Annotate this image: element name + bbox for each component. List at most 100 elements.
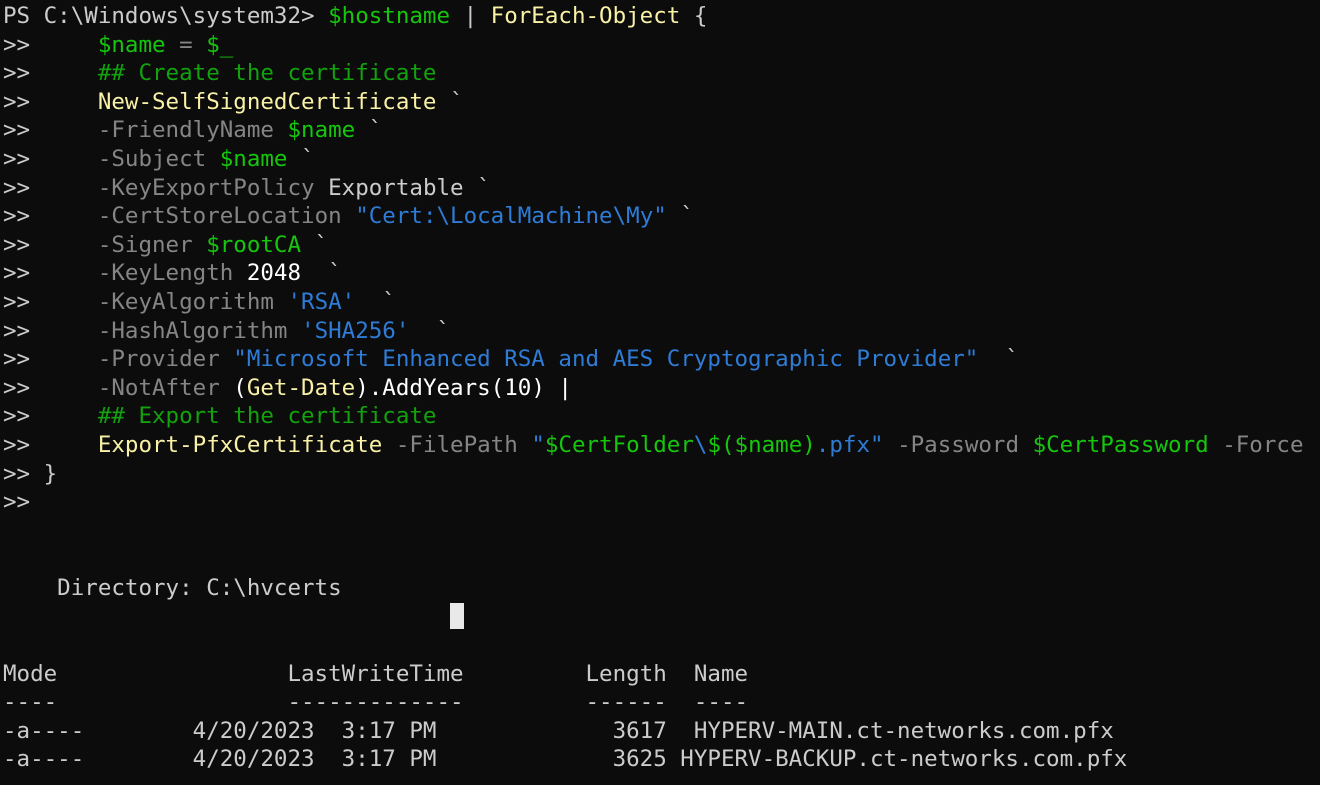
terminal-line: >> -Subject $name ` [3, 145, 1320, 174]
terminal-text: New-SelfSignedCertificate [98, 89, 437, 115]
terminal-text: -KeyAlgorithm [98, 289, 274, 315]
terminal-text: Mode LastWriteTime Length Name [3, 661, 748, 687]
terminal-text: >> [3, 403, 98, 429]
terminal-text: $CertPassword [1033, 432, 1209, 458]
terminal-text: "Cert:\LocalMachine\My" [355, 203, 667, 229]
terminal-text: PS C:\Windows\system32> [3, 3, 328, 29]
terminal-text: >> [3, 260, 98, 286]
terminal-text: 'RSA' [287, 289, 355, 315]
terminal-text: ---- ------------- ------ ---- [3, 689, 748, 715]
terminal-line: PS C:\Windows\system32> $hostname | ForE… [3, 2, 1320, 31]
terminal-line: >> -KeyAlgorithm 'RSA' ` [3, 288, 1320, 317]
terminal-text: Exportable ` [315, 175, 491, 201]
terminal-line: -a---- 4/20/2023 3:17 PM 3625 HYPERV-BAC… [3, 745, 1320, 774]
terminal-text [193, 232, 207, 258]
terminal-text: $_ [206, 32, 233, 58]
terminal-line: >> Export-PfxCertificate -FilePath "$Cer… [3, 431, 1320, 460]
terminal-text: = [179, 32, 193, 58]
terminal-text: $hostname [328, 3, 450, 29]
terminal-line: >> [3, 488, 1320, 517]
terminal-line [3, 545, 1320, 574]
terminal-line [3, 517, 1320, 546]
terminal-line: >> $name = $_ [3, 31, 1320, 60]
terminal-text: Export-PfxCertificate [98, 432, 382, 458]
terminal-text: $name [98, 32, 166, 58]
terminal-text: $name [220, 146, 288, 172]
terminal-line: Directory: C:\hvcerts [3, 574, 1320, 603]
terminal-text: $($name) [707, 432, 815, 458]
terminal-line: >> -Signer $rootCA ` [3, 231, 1320, 260]
terminal-text: -KeyLength [98, 260, 233, 286]
terminal-text [220, 346, 234, 372]
terminal-text [274, 117, 288, 143]
terminal-text: >> [3, 232, 98, 258]
terminal-text: ( [233, 375, 247, 401]
terminal-text: Directory: C:\hvcerts [3, 575, 342, 601]
terminal-text: ` [436, 89, 463, 115]
terminal-text [518, 432, 532, 458]
terminal-text: >> [3, 60, 98, 86]
terminal-text: "Microsoft Enhanced RSA and AES Cryptogr… [233, 346, 978, 372]
terminal-text: >> [3, 203, 98, 229]
terminal-text: ` [301, 232, 328, 258]
terminal-line: >> ## Create the certificate [3, 59, 1320, 88]
terminal-text: .pfx" [816, 432, 884, 458]
terminal-text: ` [667, 203, 694, 229]
terminal-text [287, 318, 301, 344]
terminal-screen[interactable]: PS C:\Windows\system32> $hostname | ForE… [0, 0, 1320, 785]
terminal-text: { [680, 3, 707, 29]
terminal-text: 'SHA256' [301, 318, 409, 344]
terminal-text [3, 603, 450, 629]
powershell-window: { "terminal": { "background": "#0c0c0c",… [0, 0, 1320, 785]
terminal-text: -FriendlyName [98, 117, 274, 143]
terminal-text: " [531, 432, 545, 458]
terminal-line [3, 631, 1320, 660]
terminal-text: >> [3, 175, 98, 201]
terminal-line: >> -KeyExportPolicy Exportable ` [3, 174, 1320, 203]
terminal-line [3, 602, 1320, 631]
terminal-text: >> [3, 489, 30, 515]
terminal-text: -NotAfter [98, 375, 220, 401]
terminal-text: -CertStoreLocation [98, 203, 342, 229]
terminal-text: ` [355, 289, 396, 315]
terminal-text [274, 289, 288, 315]
terminal-text: >> [3, 375, 98, 401]
terminal-text [193, 32, 207, 58]
terminal-text: $rootCA [206, 232, 301, 258]
terminal-text: $CertFolder [545, 432, 694, 458]
terminal-text: ` [355, 117, 382, 143]
terminal-line: Mode LastWriteTime Length Name [3, 660, 1320, 689]
terminal-text: ` [301, 260, 342, 286]
terminal-line: >> -NotAfter (Get-Date).AddYears(10) | [3, 374, 1320, 403]
terminal-text [206, 146, 220, 172]
terminal-text: ` [287, 146, 314, 172]
terminal-text [1019, 432, 1033, 458]
terminal-line: -a---- 4/20/2023 3:17 PM 3617 HYPERV-MAI… [3, 717, 1320, 746]
terminal-text: >> [3, 89, 98, 115]
terminal-text: | [450, 3, 491, 29]
terminal-text: Get-Date [247, 375, 355, 401]
terminal-text: >> [3, 117, 98, 143]
terminal-line: >> -FriendlyName $name ` [3, 116, 1320, 145]
terminal-text: >> [3, 432, 98, 458]
terminal-text: -KeyExportPolicy [98, 175, 315, 201]
terminal-text: ForEach-Object [491, 3, 681, 29]
terminal-cursor [450, 603, 464, 629]
terminal-text: -Force [1222, 432, 1303, 458]
terminal-text: -Provider [98, 346, 220, 372]
terminal-text: ## Create the certificate [98, 60, 437, 86]
terminal-line: >> -KeyLength 2048 ` [3, 259, 1320, 288]
terminal-text [220, 375, 234, 401]
terminal-text: -Signer [98, 232, 193, 258]
terminal-text [1209, 432, 1223, 458]
terminal-text: ` [409, 318, 450, 344]
terminal-line: ---- ------------- ------ ---- [3, 688, 1320, 717]
terminal-text: >> [3, 146, 98, 172]
terminal-line: >> New-SelfSignedCertificate ` [3, 88, 1320, 117]
terminal-text: >> [3, 32, 98, 58]
terminal-text: ## Export the certificate [98, 403, 437, 429]
terminal-text: -Password [897, 432, 1019, 458]
terminal-text: $name [287, 117, 355, 143]
terminal-text: >> } [3, 461, 57, 487]
terminal-line: >> -HashAlgorithm 'SHA256' ` [3, 317, 1320, 346]
